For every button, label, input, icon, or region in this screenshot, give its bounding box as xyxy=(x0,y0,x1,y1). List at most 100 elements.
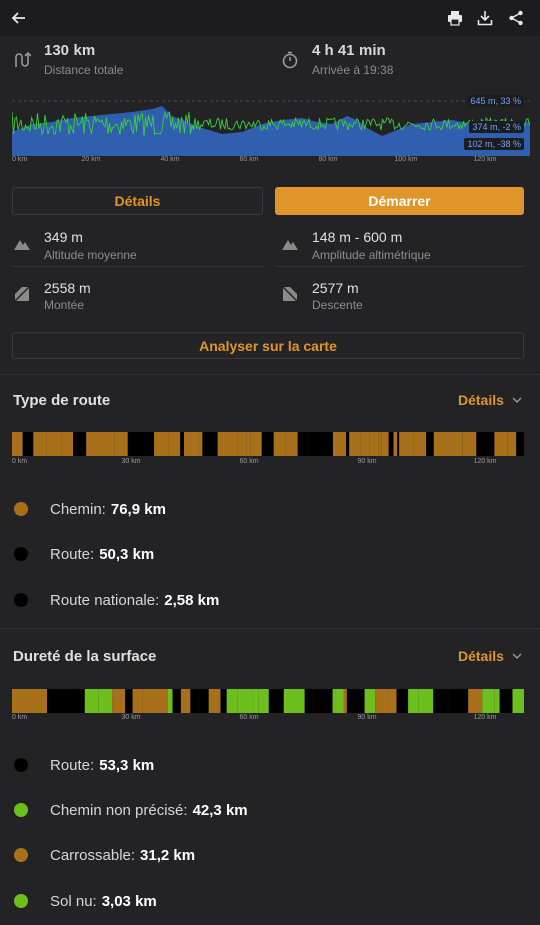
bar-segment xyxy=(47,689,59,713)
road-type-item-chemin[interactable]: Chemin: 76,9 km xyxy=(13,497,166,521)
bar-segment xyxy=(494,689,500,713)
elevation-profile xyxy=(11,100,530,156)
stats-divider xyxy=(275,266,524,267)
bar-segment xyxy=(112,689,126,713)
bar-segment xyxy=(250,432,259,456)
descent-label: Descente xyxy=(312,298,363,312)
legend-label: Sol nu: xyxy=(50,892,97,910)
bar-segment xyxy=(125,689,128,713)
max-altitude-tag: 645 m, 33 % xyxy=(467,95,524,107)
stats-divider xyxy=(12,266,263,267)
bar-segment xyxy=(387,689,397,713)
bar-segment xyxy=(476,432,489,456)
bar-segment xyxy=(378,432,382,456)
bar-segment xyxy=(141,432,155,456)
elevation-area xyxy=(12,106,530,156)
bar-segment xyxy=(127,689,133,713)
surface-tick: 90 km xyxy=(357,714,377,721)
bar-segment xyxy=(388,432,394,456)
distance-label: Distance totale xyxy=(44,63,124,77)
road-type-item-route-nationale[interactable]: Route nationale: 2,58 km xyxy=(13,588,219,612)
bar-segment xyxy=(226,689,238,713)
surface-item-carrossable[interactable]: Carrossable: 31,2 km xyxy=(13,843,195,867)
bar-segment xyxy=(433,432,447,456)
bar-segment xyxy=(312,689,320,713)
elev-tick: 40 km xyxy=(160,156,180,163)
legend-label: Carrossable: xyxy=(50,846,136,864)
bar-segment xyxy=(99,432,115,456)
bar-segment xyxy=(237,689,253,713)
road-type-details-link[interactable]: Détails xyxy=(458,392,522,408)
bar-segment xyxy=(180,432,184,456)
share-icon[interactable] xyxy=(502,4,530,32)
mountain-icon xyxy=(12,234,32,254)
amplitude-label: Amplitude altimétrique xyxy=(312,248,431,262)
surface-bar[interactable] xyxy=(12,689,524,713)
bar-segment xyxy=(356,689,365,713)
bar-segment xyxy=(360,432,370,456)
surface-tick: 0 km xyxy=(12,714,28,721)
road-type-item-route[interactable]: Route: 50,3 km xyxy=(13,542,154,566)
bar-segment xyxy=(462,432,474,456)
ascent-value: 2558 m xyxy=(44,280,91,296)
legend-dot xyxy=(14,758,28,772)
bar-segment xyxy=(297,432,309,456)
bar-segment xyxy=(308,432,322,456)
surface-item-chemin-non-precise[interactable]: Chemin non précisé: 42,3 km xyxy=(13,798,248,822)
legend-dot xyxy=(14,894,28,908)
bar-segment xyxy=(369,432,379,456)
bar-segment xyxy=(84,689,99,713)
details-button[interactable]: Détails xyxy=(12,187,263,215)
chevron-down-icon xyxy=(512,653,522,659)
bar-segment xyxy=(408,689,419,713)
bar-segment xyxy=(168,432,181,456)
road-tick: 120 km xyxy=(473,458,497,465)
bar-segment xyxy=(12,432,18,456)
surface-item-route[interactable]: Route: 53,3 km xyxy=(13,753,154,777)
surface-item-sol-nu[interactable]: Sol nu: 3,03 km xyxy=(13,889,157,913)
bar-segment xyxy=(114,432,128,456)
surface-details-label: Détails xyxy=(458,648,504,664)
bar-segment xyxy=(283,689,291,713)
bar-segment xyxy=(199,432,203,456)
elevation-chart[interactable]: 645 m, 33 % 374 m, -2 % 102 m, -38 % 0 k… xyxy=(11,94,530,166)
bar-segment xyxy=(58,689,71,713)
bar-segment xyxy=(482,689,495,713)
download-icon[interactable] xyxy=(471,4,499,32)
bar-segment xyxy=(516,432,522,456)
bar-segment xyxy=(61,432,74,456)
elev-tick: 120 km xyxy=(473,156,497,163)
ascent-label: Montée xyxy=(44,298,85,312)
bar-segment xyxy=(426,432,434,456)
road-tick: 0 km xyxy=(12,458,28,465)
bar-segment xyxy=(399,432,414,456)
bar-segment xyxy=(237,432,247,456)
start-button[interactable]: Démarrer xyxy=(275,187,524,215)
surface-title: Dureté de la surface xyxy=(13,648,157,665)
mountain-range-icon xyxy=(280,234,300,254)
bar-segment xyxy=(259,432,262,456)
road-tick: 30 km xyxy=(121,458,141,465)
bar-segment xyxy=(258,689,269,713)
legend-label: Route: xyxy=(50,545,95,563)
arrow-left-icon[interactable] xyxy=(4,4,32,32)
print-icon[interactable] xyxy=(441,4,469,32)
legend-dot xyxy=(14,502,28,516)
bar-segment xyxy=(21,689,35,713)
bar-segment xyxy=(22,432,34,456)
road-type-title: Type de route xyxy=(13,392,111,409)
bar-segment xyxy=(278,689,284,713)
legend-dot xyxy=(14,848,28,862)
elev-tick: 20 km xyxy=(81,156,101,163)
bar-segment xyxy=(464,689,469,713)
surface-tick: 60 km xyxy=(239,714,259,721)
legend-label: Route: xyxy=(50,756,95,774)
analyze-on-map-button[interactable]: Analyser sur la carte xyxy=(12,332,524,359)
bar-segment xyxy=(433,689,449,713)
surface-details-link[interactable]: Détails xyxy=(458,648,522,664)
bar-segment xyxy=(375,689,388,713)
bar-segment xyxy=(265,432,274,456)
bar-segment xyxy=(346,432,350,456)
bar-segment xyxy=(499,689,513,713)
road-type-bar[interactable] xyxy=(12,432,524,456)
